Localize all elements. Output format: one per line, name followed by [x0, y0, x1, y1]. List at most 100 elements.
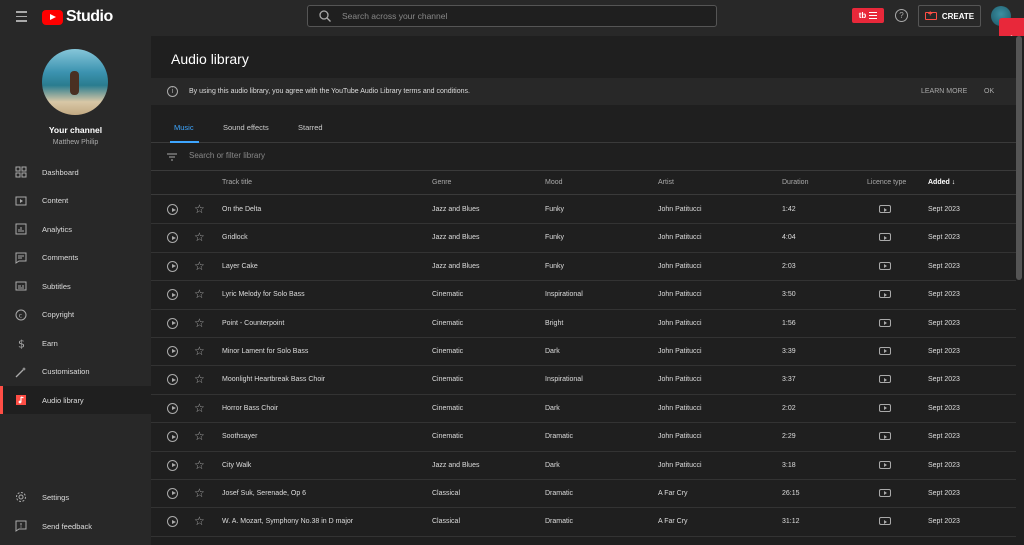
- create-label: CREATE: [941, 11, 975, 21]
- tubebuddy-logo-text: tb: [858, 11, 867, 20]
- table-row[interactable]: ☆ Horror Bass Choir Cinematic Dark John Pati…: [151, 395, 1016, 424]
- play-icon[interactable]: [167, 459, 178, 471]
- table-row[interactable]: ☆ Layer Cake Jazz and Blues Funky John Patit…: [151, 253, 1016, 282]
- star-icon[interactable]: ☆: [194, 514, 205, 528]
- play-icon[interactable]: [167, 345, 178, 357]
- sidebar-item-subtitles[interactable]: Subtitles: [0, 272, 151, 300]
- play-icon[interactable]: [167, 431, 178, 443]
- sidebar-item-earn[interactable]: $ Earn: [0, 329, 151, 357]
- track-title: Minor Lament for Solo Bass: [222, 347, 309, 355]
- track-mood: Dramatic: [545, 518, 574, 526]
- play-icon[interactable]: [167, 204, 178, 215]
- analytics-icon: [15, 223, 27, 235]
- help-icon[interactable]: ?: [895, 9, 908, 22]
- track-artist: A Far Cry: [658, 518, 688, 526]
- star-icon[interactable]: ☆: [194, 429, 205, 443]
- filter-bar: [151, 144, 1016, 171]
- youtube-licence-icon: [879, 460, 891, 469]
- tab-bar: Music Sound effects Starred: [151, 116, 1016, 143]
- subtitles-icon: [15, 281, 27, 291]
- search-input[interactable]: [342, 11, 702, 21]
- learn-more-link[interactable]: LEARN MORE: [921, 88, 967, 95]
- sidebar-item-send-feedback[interactable]: Send feedback: [0, 512, 151, 540]
- sidebar-item-audio-library[interactable]: Audio library: [0, 386, 151, 414]
- track-mood: Funky: [545, 206, 565, 213]
- menu-icon[interactable]: [16, 11, 27, 22]
- star-icon[interactable]: ☆: [194, 401, 205, 415]
- table-row[interactable]: ☆ Lyric Melody for Solo Bass Cinematic Insp…: [151, 281, 1016, 310]
- star-icon[interactable]: ☆: [194, 230, 205, 244]
- column-artist[interactable]: Artist: [658, 179, 674, 186]
- star-icon[interactable]: ☆: [194, 287, 205, 301]
- sidebar-item-customisation[interactable]: Customisation: [0, 358, 151, 386]
- tab-starred[interactable]: Starred: [298, 123, 323, 132]
- sidebar-item-copyright[interactable]: c Copyright: [0, 301, 151, 329]
- table-row[interactable]: ☆ W. A. Mozart, Symphony No.38 in D major…: [151, 508, 1016, 537]
- column-mood[interactable]: Mood: [545, 179, 563, 186]
- tubebuddy-menu-button[interactable]: tb: [852, 8, 884, 23]
- sidebar-item-label: Subtitles: [42, 281, 71, 291]
- channel-avatar[interactable]: [42, 49, 108, 115]
- track-mood: Funky: [545, 262, 565, 270]
- terms-notice: i By using this audio library, you agree…: [151, 78, 1016, 105]
- create-button[interactable]: CREATE: [918, 5, 981, 27]
- play-icon[interactable]: [167, 487, 178, 499]
- play-icon[interactable]: [167, 402, 178, 414]
- track-artist: John Patitucci: [658, 291, 702, 299]
- filter-icon[interactable]: [167, 153, 177, 161]
- sidebar-item-comments[interactable]: Comments: [0, 244, 151, 272]
- sidebar-item-analytics[interactable]: Analytics: [0, 215, 151, 243]
- studio-logo[interactable]: Studio: [42, 8, 113, 26]
- play-icon[interactable]: [167, 317, 178, 329]
- table-row[interactable]: ☆ Josef Suk, Serenade, Op 6 Classical Drama…: [151, 480, 1016, 509]
- play-icon[interactable]: [167, 260, 178, 272]
- column-licence-type[interactable]: Licence type: [867, 179, 906, 186]
- column-track-title[interactable]: Track title: [222, 179, 252, 186]
- page-title: Audio library: [171, 51, 249, 67]
- column-added[interactable]: Added ↓: [928, 179, 955, 186]
- scrollbar[interactable]: [1016, 36, 1022, 280]
- track-duration: 31:12: [782, 518, 800, 526]
- table-row[interactable]: ☆ Gridlock Jazz and Blues Funky John Patituc…: [151, 224, 1016, 253]
- sidebar-item-settings[interactable]: Settings: [0, 483, 151, 511]
- table-row[interactable]: ☆ City Walk Jazz and Blues Dark John Patituc…: [151, 452, 1016, 480]
- table-row[interactable]: ☆ Moonlight Heartbreak Bass Choir Cinemati…: [151, 366, 1016, 395]
- star-icon[interactable]: ☆: [194, 259, 205, 273]
- track-added: Sept 2023: [928, 347, 960, 355]
- play-icon[interactable]: [167, 232, 178, 244]
- active-tab-indicator: [170, 141, 199, 143]
- track-mood: Inspirational: [545, 376, 583, 384]
- table-row[interactable]: ☆ On the Delta Jazz and Blues Funky John Pat…: [151, 196, 1016, 225]
- tab-sound-effects[interactable]: Sound effects: [223, 123, 269, 132]
- track-added: Sept 2023: [928, 433, 960, 441]
- column-duration[interactable]: Duration: [782, 179, 808, 186]
- track-list: ☆ On the Delta Jazz and Blues Funky John Pat…: [151, 196, 1016, 537]
- star-icon[interactable]: ☆: [194, 458, 205, 472]
- play-icon[interactable]: [167, 374, 178, 386]
- star-icon[interactable]: ☆: [194, 372, 205, 386]
- sidebar-item-dashboard[interactable]: Dashboard: [0, 158, 151, 186]
- sidebar-item-label: Analytics: [42, 224, 73, 234]
- table-row[interactable]: ☆ Point - Counterpoint Cinematic Bright John…: [151, 310, 1016, 338]
- ok-button[interactable]: OK: [984, 88, 994, 95]
- track-mood: Inspirational: [545, 291, 583, 299]
- filter-input[interactable]: [189, 151, 489, 160]
- track-title: On the Delta: [222, 206, 262, 213]
- sidebar-item-content[interactable]: Content: [0, 187, 151, 215]
- table-row[interactable]: ☆ Minor Lament for Solo Bass Cinematic Dark…: [151, 338, 1016, 367]
- youtube-licence-icon: [879, 517, 891, 526]
- channel-search[interactable]: [307, 5, 717, 27]
- play-icon[interactable]: [167, 516, 178, 528]
- column-genre[interactable]: Genre: [432, 179, 451, 186]
- star-icon[interactable]: ☆: [194, 344, 205, 358]
- tab-music[interactable]: Music: [174, 123, 194, 132]
- earn-icon: $: [18, 338, 25, 350]
- create-video-icon: [924, 9, 937, 20]
- play-icon[interactable]: [167, 289, 178, 301]
- svg-text:c: c: [19, 311, 23, 319]
- track-title: W. A. Mozart, Symphony No.38 in D major: [222, 518, 354, 526]
- star-icon[interactable]: ☆: [194, 202, 205, 216]
- table-row[interactable]: ☆ Soothsayer Cinematic Dramatic John Patituc…: [151, 423, 1016, 452]
- star-icon[interactable]: ☆: [194, 486, 205, 500]
- star-icon[interactable]: ☆: [194, 316, 205, 330]
